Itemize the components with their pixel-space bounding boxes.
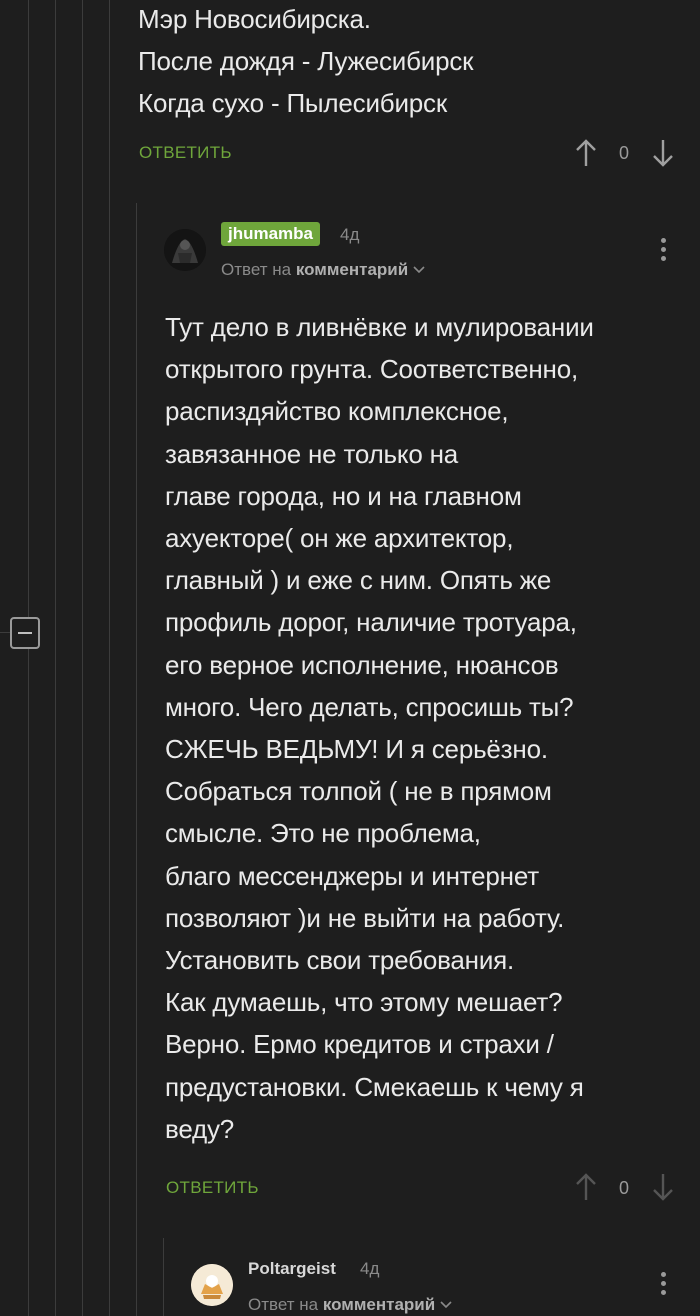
thread-line-6 (163, 1238, 164, 1316)
downvote-icon[interactable] (650, 1172, 676, 1202)
comment-text: Тут дело в ливнёвке и мулировании открыт… (165, 312, 594, 1144)
comment-time: 4д (340, 225, 360, 244)
comment-time: 4д (360, 1259, 380, 1278)
collapse-thread-icon[interactable] (10, 617, 40, 649)
comment-score: 0 (619, 1178, 630, 1198)
downvote-icon[interactable] (650, 138, 676, 168)
upvote-icon[interactable] (573, 1172, 599, 1202)
more-vertical-icon[interactable] (661, 238, 667, 265)
reply-to-info[interactable]: Ответ на комментарий (221, 260, 425, 280)
username-badge[interactable]: jhumamba (221, 222, 321, 246)
thread-line-3 (82, 0, 83, 1316)
top-reply-button[interactable]: ОТВЕТИТЬ (139, 143, 232, 163)
top-comment-score: 0 (619, 143, 630, 163)
reply-prefix: Ответ на (248, 1295, 319, 1314)
upvote-icon[interactable] (573, 138, 599, 168)
thread-line-5 (136, 203, 137, 1316)
thread-connector (0, 632, 10, 633)
more-vertical-icon[interactable] (661, 1272, 667, 1299)
reply-button[interactable]: ОТВЕТИТЬ (166, 1178, 259, 1198)
thread-line-1 (28, 0, 29, 1316)
chevron-down-icon[interactable] (413, 260, 425, 274)
top-comment-text: Мэр Новосибирска. После дождя - Лужесиби… (138, 4, 474, 119)
thread-line-4 (109, 0, 110, 1316)
reply-prefix: Ответ на (221, 260, 292, 279)
thread-line-2 (55, 0, 56, 1316)
reply-to-info[interactable]: Ответ на комментарий (248, 1295, 452, 1315)
chevron-down-icon[interactable] (440, 1295, 452, 1309)
username[interactable]: Poltargeist (248, 1259, 336, 1279)
reply-target-link[interactable]: комментарий (323, 1295, 435, 1314)
avatar[interactable] (164, 229, 206, 271)
reply-target-link[interactable]: комментарий (296, 260, 408, 279)
avatar[interactable] (191, 1264, 233, 1306)
